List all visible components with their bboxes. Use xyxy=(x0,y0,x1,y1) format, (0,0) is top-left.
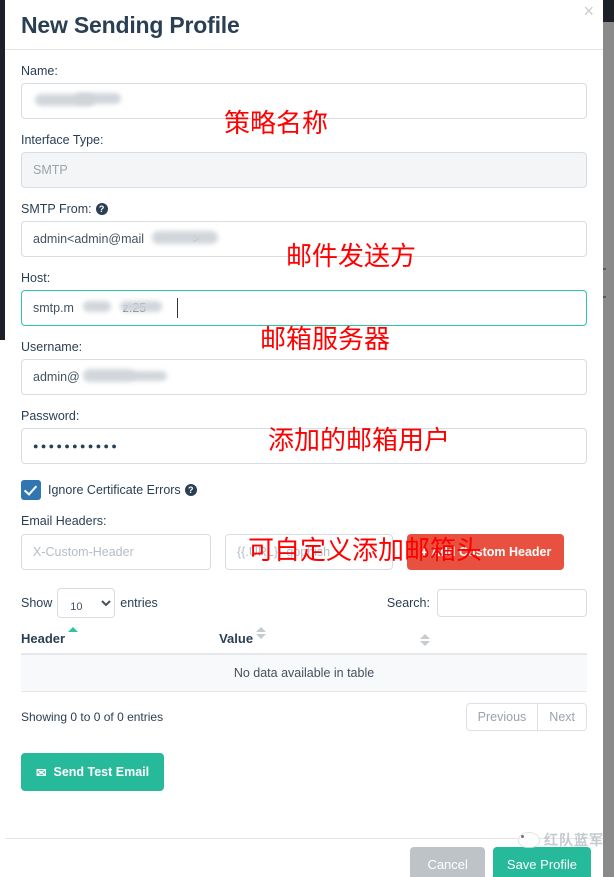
pagination: Previous Next xyxy=(465,703,587,731)
entries-label: entries xyxy=(120,596,158,610)
empty-table-message: No data available in table xyxy=(21,654,587,692)
name-label: Name: xyxy=(21,64,58,78)
name-input[interactable] xyxy=(21,83,587,119)
envelope-icon: ✉ xyxy=(36,765,47,780)
smtp-from-field-wrap: admin<admin@mail > xyxy=(21,221,587,257)
ignore-certificate-errors-label: Ignore Certificate Errors ? xyxy=(48,483,197,497)
help-icon[interactable]: ? xyxy=(95,203,108,215)
help-icon[interactable]: ? xyxy=(184,484,197,496)
username-field-wrap: admin@ xyxy=(21,359,587,395)
column-header-header[interactable]: Header xyxy=(21,626,220,655)
email-headers-table: Header Value No data available in table xyxy=(21,626,587,692)
sort-both-icon xyxy=(256,627,267,639)
interface-type-input xyxy=(21,152,587,188)
custom-header-value-input[interactable] xyxy=(225,534,393,570)
column-label: Header xyxy=(21,631,66,646)
screen: New Sending Profile × Name: Interface Ty… xyxy=(0,0,614,877)
search-input[interactable] xyxy=(437,589,587,617)
email-headers-row: + Add Custom Header xyxy=(21,534,587,570)
text-caret xyxy=(177,298,178,318)
plus-icon: + xyxy=(420,544,429,560)
background-right-navbar xyxy=(603,0,614,22)
search-label: Search: xyxy=(386,596,430,610)
new-sending-profile-modal: New Sending Profile × Name: Interface Ty… xyxy=(5,0,603,877)
email-headers-label: Email Headers: xyxy=(21,514,107,528)
modal-header: New Sending Profile × xyxy=(5,0,603,50)
datatable-controls: Show 10 entries Search: xyxy=(21,588,587,618)
smtp-from-label: SMTP From: ? xyxy=(21,202,587,216)
sort-ascending-icon xyxy=(68,627,79,632)
table-info: Showing 0 to 0 of 0 entries xyxy=(21,710,164,724)
name-field-wrap xyxy=(21,83,587,119)
password-field-wrap: ●●●●●●●●●●● xyxy=(21,428,587,464)
send-test-email-button[interactable]: ✉ Send Test Email xyxy=(21,753,165,791)
password-input[interactable] xyxy=(21,428,587,464)
page-title: New Sending Profile xyxy=(21,12,240,38)
sort-both-icon xyxy=(420,634,431,646)
add-custom-header-label: Add Custom Header xyxy=(431,545,552,559)
smtp-from-input[interactable] xyxy=(21,221,587,257)
datatable-length-control: Show 10 entries xyxy=(21,588,158,618)
ignore-certificate-errors-checkbox[interactable] xyxy=(21,480,41,500)
show-label: Show xyxy=(21,596,53,610)
datatable-filter: Search: xyxy=(387,589,587,617)
modal-body: Name: Interface Type: SMTP From: ? admin… xyxy=(5,50,603,791)
username-input[interactable] xyxy=(21,359,587,395)
send-test-email-label: Send Test Email xyxy=(53,765,150,779)
username-label: Username: xyxy=(21,340,83,354)
table-head: Header Value xyxy=(21,626,587,655)
custom-header-key-input[interactable] xyxy=(21,534,211,570)
page-length-select[interactable]: 10 xyxy=(57,588,116,618)
cancel-button[interactable]: Cancel xyxy=(410,847,485,877)
smtp-from-label-text: SMTP From: xyxy=(21,202,92,216)
previous-page-button[interactable]: Previous xyxy=(465,703,539,731)
add-custom-header-button[interactable]: + Add Custom Header xyxy=(407,534,565,570)
background-right-strip xyxy=(603,0,614,877)
column-header-value[interactable]: Value xyxy=(219,626,418,655)
host-input[interactable] xyxy=(21,290,587,326)
next-page-button[interactable]: Next xyxy=(538,703,587,731)
modal-footer: Cancel Save Profile xyxy=(5,838,603,877)
password-label: Password: xyxy=(21,409,80,423)
table-header-row: Header Value xyxy=(21,626,587,655)
table-body: No data available in table xyxy=(21,654,587,692)
column-header-actions[interactable] xyxy=(417,626,587,655)
close-icon[interactable]: × xyxy=(583,2,594,20)
datatable-footer: Showing 0 to 0 of 0 entries Previous Nex… xyxy=(21,703,587,731)
host-field-wrap: smtp.m z:25 xyxy=(21,290,587,326)
column-label: Value xyxy=(219,631,254,646)
interface-type-label: Interface Type: xyxy=(21,133,104,147)
table-row: No data available in table xyxy=(21,654,587,692)
save-profile-button[interactable]: Save Profile xyxy=(492,847,591,877)
ignore-certificate-errors-row[interactable]: Ignore Certificate Errors ? xyxy=(21,480,587,500)
host-label: Host: xyxy=(21,271,51,285)
ignore-cert-label-text: Ignore Certificate Errors xyxy=(48,483,181,497)
